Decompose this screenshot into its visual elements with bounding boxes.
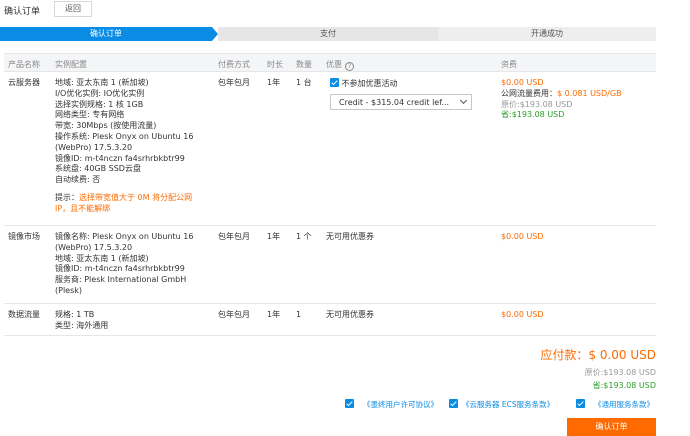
table-row: 数据流量 规格: 1 TB 类型: 海外通用 包年包月 1年 1 无可用优惠券 … (4, 304, 656, 336)
table-row: 镜像市场 镜像名称: Plesk Onyx on Ubuntu 16 (WebP… (4, 226, 656, 304)
payment-method: 包年包月 (218, 78, 250, 87)
config-line: 服务商: Plesk International GmbH (55, 275, 187, 285)
original-price: 原价:$193.08 USD (501, 99, 573, 109)
price: $0.00 USD (501, 78, 544, 87)
config-line: 镜像名称: Plesk Onyx on Ubuntu 16 (55, 232, 194, 241)
no-discount-checkbox[interactable] (330, 78, 339, 87)
config-line: 系统盘: 40GB SSD云盘 (55, 164, 141, 174)
col-fee: 资费 (501, 60, 517, 69)
config-line: (WebPro) 17.5.3.20 (55, 242, 133, 252)
step-payment: 支付 (218, 27, 438, 41)
agreement-ecs-terms[interactable]: 《云服务器 ECS服务条款》 (449, 399, 554, 410)
col-quantity: 数量 (296, 60, 312, 69)
confirm-order-button[interactable]: 确认订单 (567, 418, 656, 436)
tip-warning-2: IP，且不能解绑 (55, 203, 111, 213)
payment-method: 包年包月 (218, 232, 250, 241)
back-button[interactable]: 返回 (54, 1, 92, 17)
agreement-link[interactable]: 《墨终用户许可协议》 (363, 400, 438, 409)
config-line: (Plesk) (55, 285, 83, 295)
config-line: 自动续费: 否 (55, 175, 101, 185)
total-value: $ 0.00 USD (588, 348, 656, 362)
config-line: 镜像ID: m-t4nczn fa4srhrbkbtr99 (55, 264, 185, 274)
traffic-fee-value: $ 0.081 USD/GB (557, 88, 622, 98)
summary-original-price: 原价:$193.08 USD (584, 368, 656, 377)
fee-info: $0.00 USD 公网流量费用：$ 0.081 USD/GB 原价:$193.… (501, 78, 622, 121)
agreement-general-terms[interactable]: 《通用服务条款》 (576, 399, 654, 410)
total-payable: 应付款：$ 0.00 USD (540, 346, 656, 363)
agreement-link[interactable]: 《云服务器 ECS服务条款》 (462, 400, 554, 409)
config-line: 操作系统: Plesk Onyx on Ubuntu 16 (55, 131, 194, 141)
product-name: 镜像市场 (8, 232, 40, 241)
order-steps: 确认订单 支付 开通成功 (0, 27, 656, 41)
chevron-down-icon (459, 96, 468, 105)
agreement-eula[interactable]: 《墨终用户许可协议》 (345, 399, 438, 410)
config-line: 镜像ID: m-t4nczn fa4srhrbkbtr99 (55, 153, 185, 163)
table-header: 产品名称 实例配置 付费方式 时长 数量 优惠? 资费 (4, 53, 656, 72)
config-line: I/O优化实例: IO优化实例 (55, 88, 145, 98)
duration: 1年 (267, 232, 281, 241)
product-name: 数据流量 (8, 310, 40, 319)
col-discount: 优惠? (326, 59, 354, 71)
tip-prefix: 提示： (55, 192, 79, 202)
agreement-checkbox[interactable] (576, 399, 585, 408)
no-discount-label: 不参加优惠活动 (341, 79, 398, 88)
price: $0.00 USD (501, 310, 544, 319)
saved-amount: 省:$193.08 USD (501, 110, 565, 120)
step-activation: 开通成功 (438, 27, 656, 41)
instance-config: 规格: 1 TB 类型: 海外通用 (55, 310, 108, 332)
traffic-fee: 公网流量费用：$ 0.081 USD/GB (501, 89, 622, 100)
config-line: (WebPro) 17.5.3.20 (55, 142, 133, 152)
summary-saved-amount: 省:$193.08 USD (592, 381, 656, 390)
col-duration: 时长 (267, 60, 283, 69)
agreements: 《墨终用户许可协议》 《云服务器 ECS服务条款》 《通用服务条款》 (0, 399, 690, 411)
agreement-checkbox[interactable] (345, 399, 354, 408)
agreement-link[interactable]: 《通用服务条款》 (594, 400, 654, 409)
instance-config: 镜像名称: Plesk Onyx on Ubuntu 16 (WebPro) 1… (55, 232, 193, 297)
no-discount-option[interactable]: 不参加优惠活动 (330, 78, 398, 90)
quantity: 1 个 (296, 232, 312, 241)
col-product-name: 产品名称 (8, 60, 40, 69)
product-name: 云服务器 (8, 78, 40, 87)
config-line: 选择实例规格: 1 核 1GB (55, 99, 144, 109)
config-line: 规格: 1 TB (55, 310, 95, 319)
config-line: 网络类型: 专有网络 (55, 110, 125, 120)
config-line: 类型: 海外通用 (55, 320, 109, 330)
instance-config: 地域: 亚太东南 1 (新加坡) I/O优化实例: IO优化实例 选择实例规格:… (55, 78, 193, 215)
quantity: 1 (296, 310, 302, 319)
bandwidth-tip: 提示：选择带宽值大于 0M 将分配公网 (55, 193, 193, 204)
step-confirm-order: 确认订单 (0, 27, 212, 41)
price: $0.00 USD (501, 232, 544, 241)
help-icon[interactable]: ? (345, 62, 354, 71)
page-title: 确认订单 (4, 7, 41, 17)
total-label: 应付款： (540, 348, 589, 362)
config-line: 地域: 亚太东南 1 (新加坡) (55, 78, 149, 87)
table-row: 云服务器 地域: 亚太东南 1 (新加坡) I/O优化实例: IO优化实例 选择… (4, 72, 656, 226)
duration: 1年 (267, 310, 281, 319)
payment-method: 包年包月 (218, 310, 250, 319)
col-discount-label: 优惠 (326, 60, 342, 69)
config-line: 地域: 亚太东南 1 (新加坡) (55, 253, 149, 263)
duration: 1年 (267, 78, 281, 87)
config-line: 带宽: 30Mbps (按使用流量) (55, 121, 157, 131)
bandwidth-tip-cont: IP，且不能解绑 (55, 204, 193, 215)
traffic-fee-label: 公网流量费用： (501, 88, 557, 98)
col-instance-config: 实例配置 (55, 60, 87, 69)
quantity: 1 台 (296, 78, 312, 87)
coupon-dropdown[interactable]: Credit - $315.04 credit lef... (330, 94, 472, 110)
agreement-checkbox[interactable] (449, 399, 458, 408)
top-bar: 确认订单 返回 (0, 0, 690, 22)
tip-warning: 选择带宽值大于 0M 将分配公网 (79, 192, 193, 202)
discount: 无可用优惠券 (326, 310, 374, 319)
coupon-selected-value: Credit - $315.04 credit lef... (339, 98, 450, 107)
discount: 无可用优惠券 (326, 232, 374, 241)
col-payment-method: 付费方式 (218, 60, 250, 69)
